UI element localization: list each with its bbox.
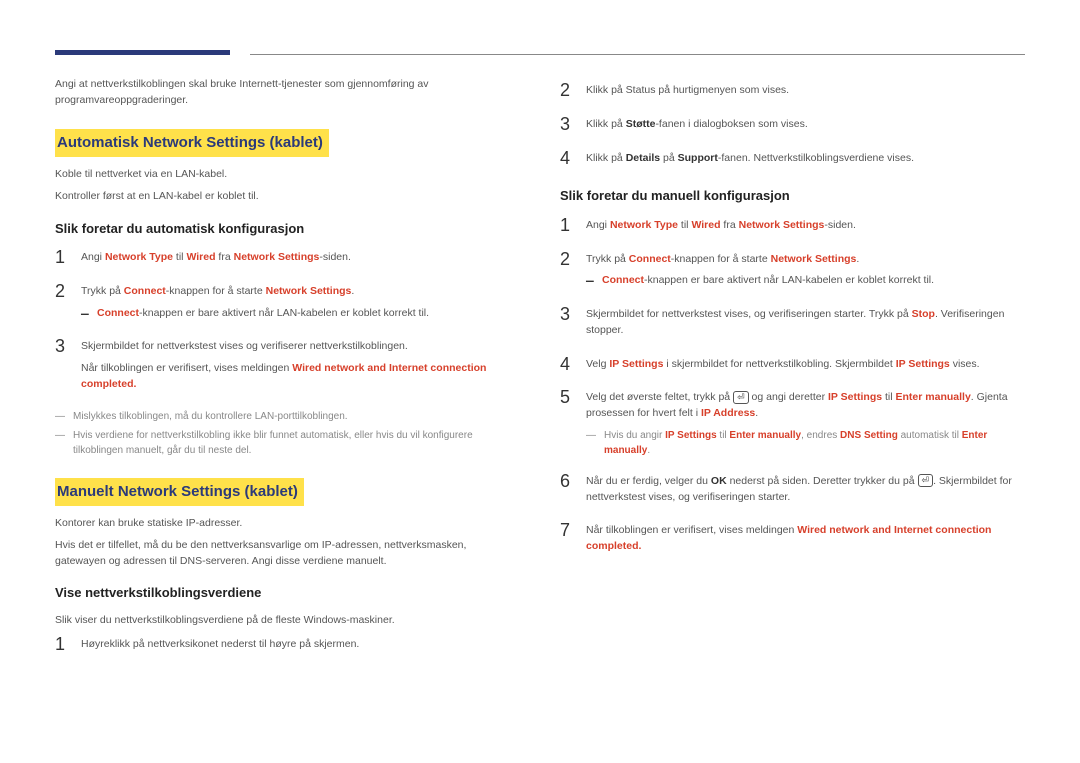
step-body: Skjermbildet for nettverkstest vises, og…	[586, 305, 1025, 345]
step-number: 3	[55, 337, 81, 357]
step-number: 4	[560, 355, 586, 375]
auto-step-2: 2 Trykk på Connect-knappen for å starte …	[55, 282, 520, 328]
view-step-3: 3 Klikk på Støtte-fanen i dialogboksen s…	[560, 115, 1025, 139]
step-number: 1	[55, 248, 81, 268]
subheading-view-values: Vise nettverkstilkoblingsverdiene	[55, 583, 520, 603]
auto-step-2-note: ‒ Connect-knappen er bare aktivert når L…	[81, 306, 520, 322]
view-step-4: 4 Klikk på Details på Support-fanen. Net…	[560, 149, 1025, 173]
header-thin-line	[250, 54, 1025, 55]
content-columns: Angi at nettverkstilkoblingen skal bruke…	[55, 77, 1025, 668]
step-body: Trykk på Connect-knappen for å starte Ne…	[81, 282, 520, 328]
step-body: Klikk på Details på Support-fanen. Nettv…	[586, 149, 1025, 173]
manual-step-2: 2 Trykk på Connect-knappen for å starte …	[560, 250, 1025, 296]
auto-note-1: ― Mislykkes tilkoblingen, må du kontroll…	[55, 409, 520, 424]
heading-manual-network: Manuelt Network Settings (kablet)	[55, 478, 304, 507]
right-column: 2 Klikk på Status på hurtigmenyen som vi…	[560, 77, 1025, 668]
manual-step-6: 6 Når du er ferdig, velger du OK nederst…	[560, 472, 1025, 512]
step-body: Velg det øverste feltet, trykk på ⏎ og a…	[586, 388, 1025, 462]
step-number: 3	[560, 305, 586, 325]
enter-key-icon: ⏎	[918, 474, 934, 487]
auto-p1: Koble til nettverket via en LAN-kabel.	[55, 167, 520, 183]
step-number: 2	[560, 81, 586, 101]
view-values-steps: 1 Høyreklikk på nettverksikonet nederst …	[55, 635, 520, 659]
subheading-manual-config: Slik foretar du manuell konfigurasjon	[560, 186, 1025, 206]
step-body: Skjermbildet for nettverkstest vises og …	[81, 337, 520, 398]
step-body: Velg IP Settings i skjermbildet for nett…	[586, 355, 1025, 379]
heading-auto-network: Automatisk Network Settings (kablet)	[55, 129, 329, 158]
step-body: Trykk på Connect-knappen for å starte Ne…	[586, 250, 1025, 296]
manual-p2: Hvis det er tilfellet, må du be den nett…	[55, 538, 520, 570]
step-number: 1	[55, 635, 81, 655]
auto-p2: Kontroller først at en LAN-kabel er kobl…	[55, 189, 520, 205]
manual-step-7: 7 Når tilkoblingen er verifisert, vises …	[560, 521, 1025, 561]
left-column: Angi at nettverkstilkoblingen skal bruke…	[55, 77, 520, 668]
manual-step-4: 4 Velg IP Settings i skjermbildet for ne…	[560, 355, 1025, 379]
step-number: 2	[55, 282, 81, 302]
step-number: 3	[560, 115, 586, 135]
step-number: 7	[560, 521, 586, 541]
intro-text: Angi at nettverkstilkoblingen skal bruke…	[55, 77, 520, 109]
dash-icon: ‒	[81, 306, 97, 320]
auto-step-3: 3 Skjermbildet for nettverkstest vises o…	[55, 337, 520, 398]
auto-steps: 1 Angi Network Type til Wired fra Networ…	[55, 248, 520, 399]
auto-note-2: ― Hvis verdiene for nettverkstilkobling …	[55, 428, 520, 458]
chapter-tab-mark	[55, 50, 230, 55]
auto-step-1: 1 Angi Network Type til Wired fra Networ…	[55, 248, 520, 272]
manual-p1: Kontorer kan bruke statiske IP-adresser.	[55, 516, 520, 532]
step-body: Når du er ferdig, velger du OK nederst p…	[586, 472, 1025, 512]
view-step-1: 1 Høyreklikk på nettverksikonet nederst …	[55, 635, 520, 659]
manual-step-5-note: ― Hvis du angir IP Settings til Enter ma…	[586, 428, 1025, 458]
step-body: Høyreklikk på nettverksikonet nederst ti…	[81, 635, 520, 659]
step-body: Klikk på Status på hurtigmenyen som vise…	[586, 81, 1025, 105]
subheading-auto-config: Slik foretar du automatisk konfigurasjon	[55, 219, 520, 239]
manual-step-3: 3 Skjermbildet for nettverkstest vises, …	[560, 305, 1025, 345]
note-mark-icon: ―	[586, 428, 604, 443]
step-number: 2	[560, 250, 586, 270]
step-number: 5	[560, 388, 586, 408]
step-body: Når tilkoblingen er verifisert, vises me…	[586, 521, 1025, 561]
step-number: 6	[560, 472, 586, 492]
note-mark-icon: ―	[55, 409, 73, 424]
view-values-intro: Slik viser du nettverkstilkoblingsverdie…	[55, 613, 520, 629]
manual-steps: 1 Angi Network Type til Wired fra Networ…	[560, 216, 1025, 561]
manual-step-2-note: ‒ Connect-knappen er bare aktivert når L…	[586, 273, 1025, 289]
dash-icon: ‒	[586, 273, 602, 287]
step-body: Angi Network Type til Wired fra Network …	[586, 216, 1025, 240]
step-number: 4	[560, 149, 586, 169]
step-body: Angi Network Type til Wired fra Network …	[81, 248, 520, 272]
manual-step-1: 1 Angi Network Type til Wired fra Networ…	[560, 216, 1025, 240]
manual-step-5: 5 Velg det øverste feltet, trykk på ⏎ og…	[560, 388, 1025, 462]
note-mark-icon: ―	[55, 428, 73, 443]
view-values-steps-cont: 2 Klikk på Status på hurtigmenyen som vi…	[560, 81, 1025, 172]
enter-key-icon: ⏎	[733, 391, 749, 404]
step-body: Klikk på Støtte-fanen i dialogboksen som…	[586, 115, 1025, 139]
page-header-rule	[55, 50, 1025, 55]
step-number: 1	[560, 216, 586, 236]
view-step-2: 2 Klikk på Status på hurtigmenyen som vi…	[560, 81, 1025, 105]
